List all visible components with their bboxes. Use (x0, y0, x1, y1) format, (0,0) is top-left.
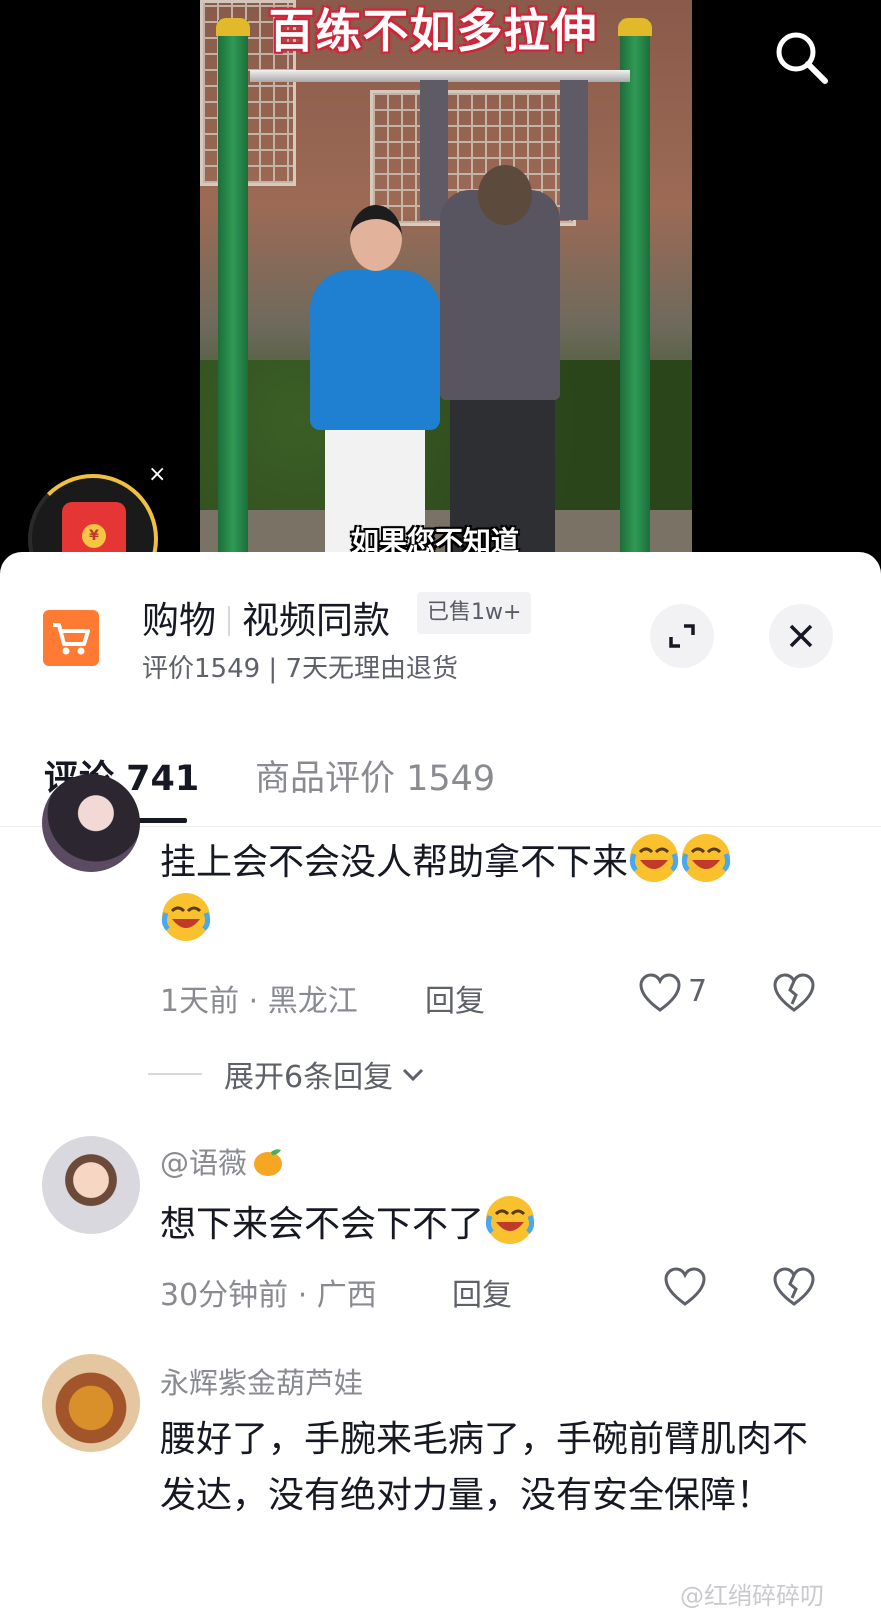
comment-text: 挂上会不会没人帮助拿不下来 (160, 832, 840, 950)
heart-icon (664, 1267, 706, 1306)
expand-replies-label: 展开6条回复 (224, 1060, 394, 1095)
username-text: @语薇 (160, 1146, 248, 1180)
search-button[interactable] (770, 26, 832, 88)
shop-title-part1: 购物 (142, 599, 216, 642)
like-button[interactable]: 7 (638, 972, 718, 1016)
dislike-button[interactable] (772, 972, 816, 1016)
mango-emoji (254, 1149, 283, 1176)
close-button[interactable] (769, 604, 833, 668)
laughing-crying-emoji (629, 834, 679, 882)
avatar[interactable] (42, 1136, 140, 1234)
laughing-crying-emoji (161, 893, 211, 941)
shopping-sheet: 购物 视频同款 已售1w+ 评价1549 | 7天无理由退货 评论 741 商品评… (0, 552, 881, 1617)
shop-title-part2: 视频同款 (242, 599, 390, 642)
avatar[interactable] (42, 774, 140, 872)
pole-cap-right (618, 18, 652, 36)
chevron-down-icon (403, 1068, 424, 1082)
pole-cap-left (216, 18, 250, 36)
comment-text: 想下来会不会下不了 (160, 1194, 840, 1253)
pullup-pole-right (620, 20, 650, 590)
like-button[interactable] (663, 1266, 707, 1310)
laughing-crying-emoji (485, 1196, 535, 1244)
comment-text: 腰好了，手腕来毛病了，手碗前臂肌肉不发达，没有绝对力量，没有安全保障！ (160, 1419, 809, 1516)
comment-text-content: 挂上会不会没人帮助拿不下来 (160, 842, 629, 883)
coin-icon: ¥ (82, 524, 106, 548)
title-separator (228, 606, 230, 636)
pullup-pole-left (218, 20, 248, 590)
expand-icon (669, 624, 695, 648)
comment-meta: 1天前 · 黑龙江 (160, 984, 358, 1019)
comment-text-content: 想下来会不会下不了 (160, 1204, 485, 1245)
heart-icon (639, 973, 681, 1012)
close-icon (789, 624, 813, 648)
expand-divider-line (148, 1073, 202, 1075)
cart-icon (43, 610, 99, 666)
video-title-overlay: 百练不如多拉伸 (268, 4, 598, 58)
expand-replies-button[interactable]: 展开6条回复 (148, 1052, 428, 1096)
redpacket-close-button[interactable]: × (148, 464, 166, 486)
avatar[interactable] (42, 1354, 140, 1452)
reply-button[interactable]: 回复 (425, 976, 485, 1020)
comment-meta: 30分钟前 · 广西 (160, 1278, 377, 1313)
man-arm-left (420, 80, 448, 220)
laughing-crying-emoji (681, 834, 731, 882)
like-count: 7 (688, 974, 708, 1009)
expand-button[interactable] (650, 604, 714, 668)
comment-username[interactable]: @语薇 (160, 1140, 285, 1182)
shop-title[interactable]: 购物 视频同款 (142, 590, 390, 644)
dislike-button[interactable] (772, 1266, 816, 1310)
man-head (478, 165, 532, 225)
tab-product-reviews[interactable]: 商品评价 1549 (255, 750, 495, 801)
shop-subtitle: 评价1549 | 7天无理由退货 (142, 654, 458, 684)
comment-username[interactable]: 永辉紫金葫芦娃 (160, 1360, 363, 1402)
watermark: @红绡碎碎叨 (680, 1582, 824, 1610)
reply-button[interactable]: 回复 (452, 1270, 512, 1314)
search-icon (776, 32, 828, 84)
woman-head (350, 205, 402, 271)
sold-badge: 已售1w+ (417, 592, 532, 634)
broken-heart-icon (773, 1267, 815, 1306)
woman-body (310, 270, 440, 430)
broken-heart-icon (773, 973, 815, 1012)
man-arm-right (560, 80, 588, 220)
